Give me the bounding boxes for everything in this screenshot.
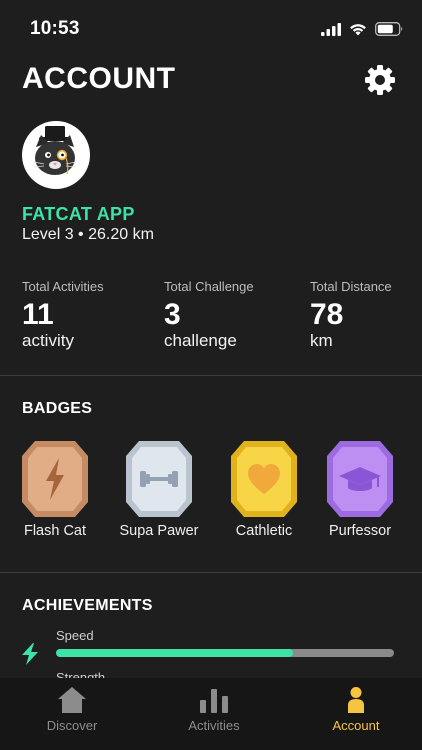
wifi-icon — [350, 23, 366, 35]
badge-gold-icon — [231, 441, 297, 517]
level-distance: Level 3 • 26.20 km — [22, 226, 154, 243]
tab-label: Account — [332, 718, 380, 733]
battery-icon — [375, 22, 403, 36]
stat-unit: activity — [22, 331, 74, 350]
badge-cathletic[interactable]: Cathletic — [221, 440, 307, 539]
stat-label: Total Challenge — [164, 279, 254, 294]
speed-progress-fill — [56, 649, 293, 657]
badge-flash-cat[interactable]: Flash Cat — [12, 440, 98, 539]
tab-discover[interactable]: Discover — [2, 678, 142, 750]
tab-account[interactable]: Account — [286, 678, 422, 750]
status-time: 10:53 — [30, 18, 80, 39]
home-icon — [58, 687, 86, 713]
tab-label: Activities — [188, 718, 240, 733]
tab-activities[interactable]: Activities — [144, 678, 284, 750]
badge-name: Purfessor — [328, 523, 392, 539]
stat-label: Total Distance — [310, 279, 392, 294]
stat-total-distance: Total Distance 78 km — [310, 279, 392, 351]
stat-unit: challenge — [164, 331, 237, 350]
bar-chart-icon — [200, 689, 228, 713]
badge-purfessor[interactable]: Purfessor — [317, 440, 403, 539]
stat-total-challenge: Total Challenge 3 challenge — [164, 279, 254, 351]
stat-unit: km — [310, 331, 333, 350]
achievements-section-title: ACHIEVEMENTS — [22, 597, 153, 614]
page-title: ACCOUNT — [22, 62, 176, 95]
tab-bar: Discover Activities Account — [0, 678, 422, 750]
stat-value: 11 — [22, 298, 54, 331]
stat-value: 78 — [310, 298, 344, 331]
divider — [0, 572, 422, 573]
stat-label: Total Activities — [22, 279, 104, 294]
badge-purple-icon — [327, 441, 393, 517]
stat-value: 3 — [164, 298, 181, 331]
stat-total-activities: Total Activities 11 activity — [22, 279, 104, 351]
username: FATCAT APP — [22, 204, 135, 224]
divider — [0, 375, 422, 376]
tab-label: Discover — [46, 718, 98, 733]
lightning-icon — [22, 643, 38, 665]
person-icon — [348, 687, 364, 713]
avatar[interactable] — [22, 121, 90, 189]
badge-name: Cathletic — [235, 523, 293, 539]
badge-bronze-icon — [22, 441, 88, 517]
cat-avatar-icon — [33, 126, 77, 175]
speed-progress-bar — [56, 649, 394, 657]
status-icons — [321, 22, 404, 36]
badge-silver-icon — [126, 441, 192, 517]
settings-gear-icon[interactable] — [364, 64, 396, 96]
badge-name: Flash Cat — [23, 523, 87, 539]
badge-supa-pawer[interactable]: Supa Pawer — [116, 440, 202, 539]
status-bar: 10:53 — [0, 0, 422, 58]
badge-name: Supa Pawer — [119, 523, 199, 539]
badges-section-title: BADGES — [22, 400, 93, 417]
signal-icon — [321, 22, 341, 36]
achievement-label-speed: Speed — [56, 628, 94, 643]
